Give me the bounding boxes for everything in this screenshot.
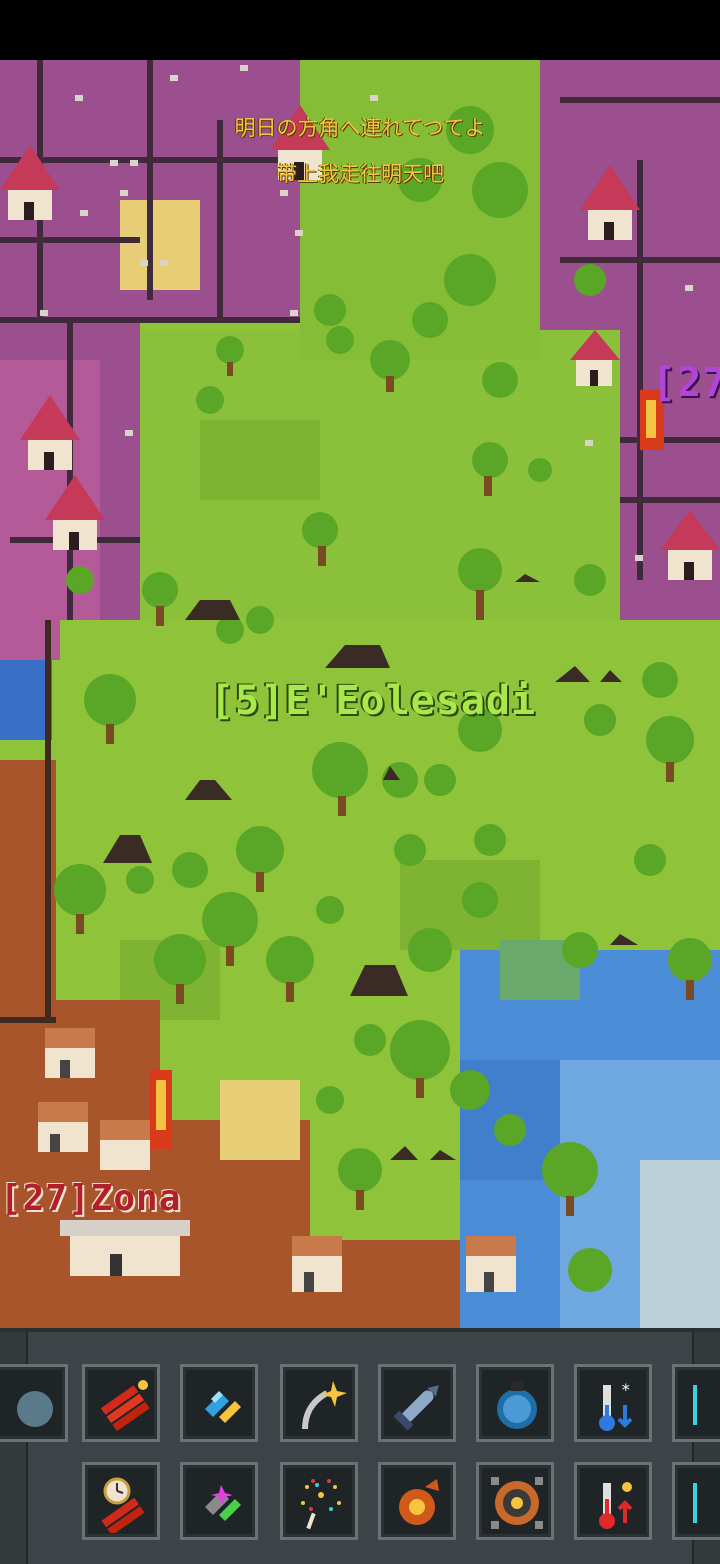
partial-tool-icon — [693, 1385, 697, 1425]
bomb-partial-icon — [17, 1391, 53, 1427]
timed-bomb-icon — [101, 1477, 145, 1533]
tool-fireworks[interactable] — [280, 1462, 358, 1540]
fireworks-icon — [301, 1479, 341, 1530]
missile-icon — [393, 1385, 439, 1431]
power-toolbar: * — [0, 1328, 720, 1564]
tool-partial-1[interactable] — [672, 1364, 720, 1442]
tool-atomic-bomb[interactable] — [476, 1462, 554, 1540]
svg-text:*: * — [621, 1380, 631, 1399]
tool-missile[interactable] — [378, 1364, 456, 1442]
blue-crystal-icon — [205, 1391, 241, 1423]
kingdom-label-right-partial[interactable]: [27 — [652, 360, 720, 406]
spark-crystal-icon — [205, 1485, 241, 1521]
tool-dynamite[interactable] — [82, 1364, 160, 1442]
tool-partial-2[interactable] — [672, 1462, 720, 1540]
tool-thermometer-hot[interactable] — [574, 1462, 652, 1540]
world-map[interactable]: 明日の方角へ連れてつてよ 带上我走往明天吧 [5]E'Eolesadi [27]… — [0, 60, 720, 1328]
tool-grenade-spark[interactable] — [280, 1364, 358, 1442]
atomic-bomb-icon — [491, 1477, 543, 1529]
nuke-icon — [399, 1479, 439, 1525]
tool-shield-bomb[interactable] — [476, 1364, 554, 1442]
tool-thermometer-cold[interactable]: * — [574, 1364, 652, 1442]
partial-tool-icon — [693, 1483, 697, 1523]
thermometer-cold-icon: * — [599, 1380, 633, 1431]
lyrics-subtitle-cn: 带上我走往明天吧 — [276, 162, 444, 186]
kingdom-label-eolesadi[interactable]: [5]E'Eolesadi — [210, 678, 536, 724]
grenade-spark-icon — [302, 1381, 347, 1430]
tool-timed-bomb[interactable] — [82, 1462, 160, 1540]
tool-spark-crystal[interactable] — [180, 1462, 258, 1540]
tool-bomb-partial[interactable] — [0, 1364, 68, 1442]
tool-blue-crystal[interactable] — [180, 1364, 258, 1442]
thermometer-hot-icon — [599, 1482, 633, 1529]
kingdom-label-zona[interactable]: [27]Zona — [0, 1178, 181, 1219]
shield-bomb-icon — [497, 1381, 537, 1429]
status-bar — [0, 0, 720, 60]
tool-nuke[interactable] — [378, 1462, 456, 1540]
dynamite-icon — [100, 1380, 150, 1432]
lyrics-subtitle-jp: 明日の方角へ連れてつてよ — [234, 116, 486, 140]
